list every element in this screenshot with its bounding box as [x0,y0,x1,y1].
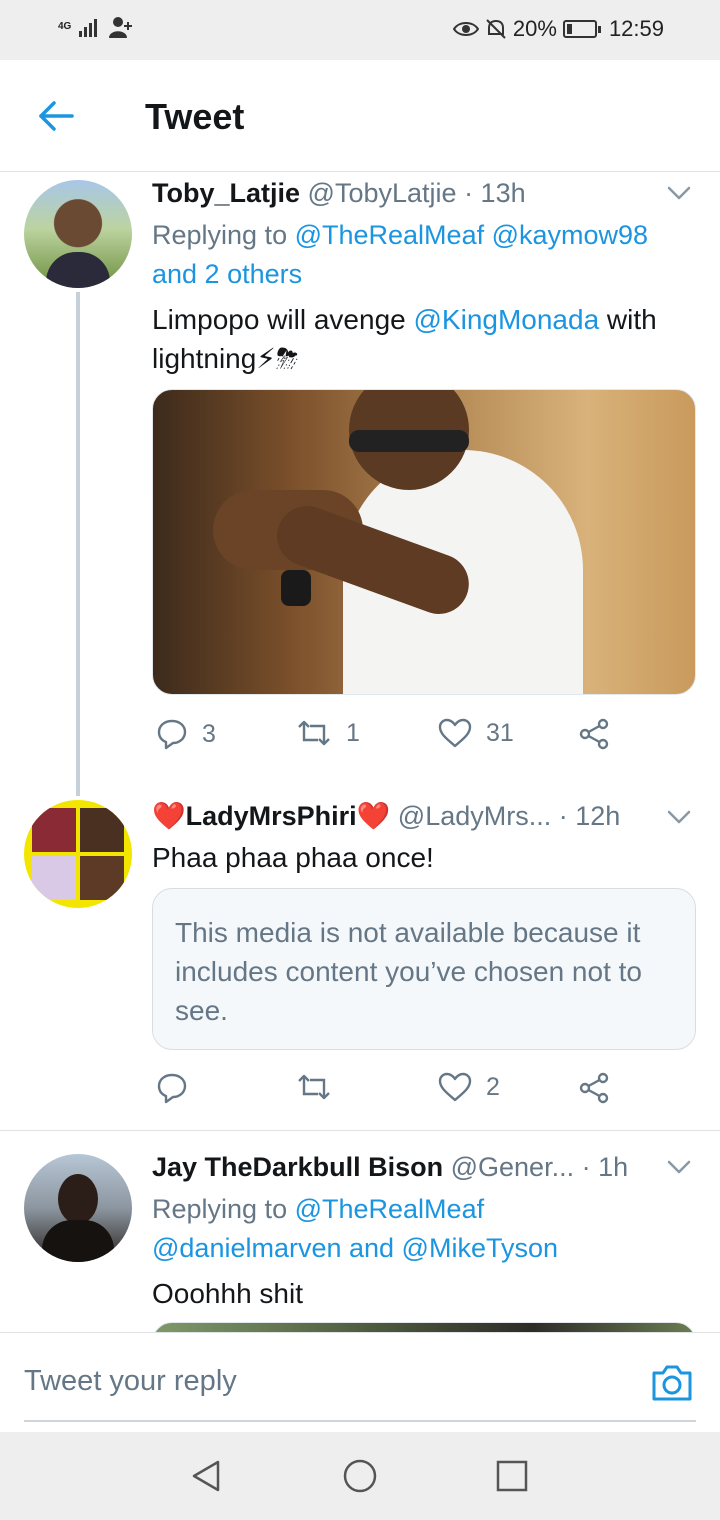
reply-input[interactable]: Tweet your reply [24,1365,237,1398]
like-count: 31 [486,718,514,747]
tweet-header: ❤️LadyMrsPhiri❤️ @LadyMrs... · 12h [152,800,620,832]
timestamp: · 13h [464,178,526,208]
retweet-button[interactable] [296,1072,346,1102]
timestamp: · 12h [558,801,621,831]
like-count: 2 [486,1072,500,1101]
avatar-face [58,1174,98,1224]
contact-icon [109,17,133,38]
display-name[interactable]: Toby_Latjie [152,178,300,208]
share-icon [579,718,609,750]
battery-fill [566,24,573,34]
page-title: Tweet [145,96,245,137]
reply-mentions[interactable]: @TheRealMeaf [295,1194,485,1224]
tweet-text-part: Limpopo will avenge [152,304,414,335]
reply-button[interactable] [156,1072,202,1104]
retweet-icon [298,720,330,746]
replying-to: Replying to @TheRealMeaf @danielmarven a… [152,1190,692,1268]
tweet-header: Jay TheDarkbull Bison @Gener... · 1h [152,1152,628,1183]
replying-prefix: Replying to [152,220,295,250]
reply-input-underline [24,1420,696,1422]
avatar-collage-bl [32,856,76,900]
reply-mentions[interactable]: @TheRealMeaf @kaymow98 [295,220,648,250]
photo-watch [281,570,311,606]
back-arrow-icon[interactable] [36,96,76,136]
signal-icon [79,19,98,37]
display-name[interactable]: Jay TheDarkbull Bison [152,1152,443,1182]
reply-others-link[interactable]: and 2 others [152,259,302,289]
clock: 12:59 [608,16,664,41]
eye-icon [452,22,479,36]
chevron-down-icon[interactable] [666,180,692,206]
tweet-text: Phaa phaa phaa once! [152,842,434,873]
like-button[interactable]: 31 [438,718,514,748]
retweet-count: 1 [346,718,360,747]
avatar-collage-tl [32,808,76,852]
tweet-header: Toby_Latjie @TobyLatjie · 13h [152,178,526,209]
tweet-actions: 3 1 31 [152,718,692,758]
avatar[interactable] [24,1154,132,1262]
like-icon [438,1072,472,1102]
avatar-shirt [46,252,110,288]
handle[interactable]: @LadyMrs... [398,801,551,831]
replying-prefix: Replying to [152,1194,295,1224]
battery-percent: 20% [512,16,557,41]
share-button[interactable] [578,718,610,750]
avatar-collage-tr [80,808,124,852]
display-name[interactable]: ❤️LadyMrsPhiri❤️ [152,801,390,831]
avatar-body [42,1220,114,1262]
share-button[interactable] [578,1072,610,1104]
reply-button[interactable]: 3 [156,718,216,750]
tweet-text: Limpopo will avenge @KingMonada with lig… [152,300,700,378]
tweet-text: Ooohhh shit [152,1278,303,1309]
status-right: 20% 12:59 [452,16,664,42]
status-left: 4G [58,16,133,38]
system-nav-bar [0,1432,720,1520]
tweet-photo[interactable] [152,1322,696,1332]
avatar[interactable] [24,180,132,288]
reply-icon [157,719,187,750]
tweet-text-part: with [599,304,657,335]
reply-icon [157,1073,187,1104]
chevron-down-icon[interactable] [666,804,692,830]
app-header: Tweet [0,60,720,172]
mention-link[interactable]: @KingMonada [414,304,600,335]
photo-sunglasses [349,430,469,452]
like-button[interactable]: 2 [438,1072,500,1102]
battery-icon [562,20,601,38]
camera-icon[interactable] [650,1363,694,1403]
handle[interactable]: @TobyLatjie [308,178,457,208]
mute-bell-icon [486,19,506,39]
reply-count: 3 [202,719,216,748]
thread-connector [76,292,80,796]
media-unavailable-notice[interactable]: This media is not available because it i… [152,888,696,1050]
handle[interactable]: @Gener... [451,1152,574,1182]
tweet-actions: 2 [152,1072,692,1112]
retweet-icon [298,1074,330,1100]
like-icon [438,718,472,748]
tweet-text-line2: lightning⚡⛈ [152,343,299,374]
nav-recents-icon[interactable] [494,1458,530,1494]
nav-home-icon[interactable] [342,1458,378,1494]
avatar[interactable] [24,800,132,908]
tweet-divider [0,1130,720,1131]
tweet-feed[interactable]: Toby_Latjie @TobyLatjie · 13h Replying t… [0,172,720,1332]
timestamp: · 1h [581,1152,629,1182]
nav-back-icon[interactable] [188,1458,224,1494]
reply-bar: Tweet your reply [0,1332,720,1432]
avatar-collage-br [80,856,124,900]
status-bar: 4G 20% 12:59 [0,0,720,60]
replying-to: Replying to @TheRealMeaf @kaymow98 and 2… [152,216,692,294]
reply-mentions[interactable]: @danielmarven and @MikeTyson [152,1233,558,1263]
tweet-photo[interactable] [152,389,696,695]
share-icon [579,1072,609,1104]
chevron-down-icon[interactable] [666,1154,692,1180]
retweet-button[interactable]: 1 [296,718,360,748]
network-label: 4G [58,21,72,32]
